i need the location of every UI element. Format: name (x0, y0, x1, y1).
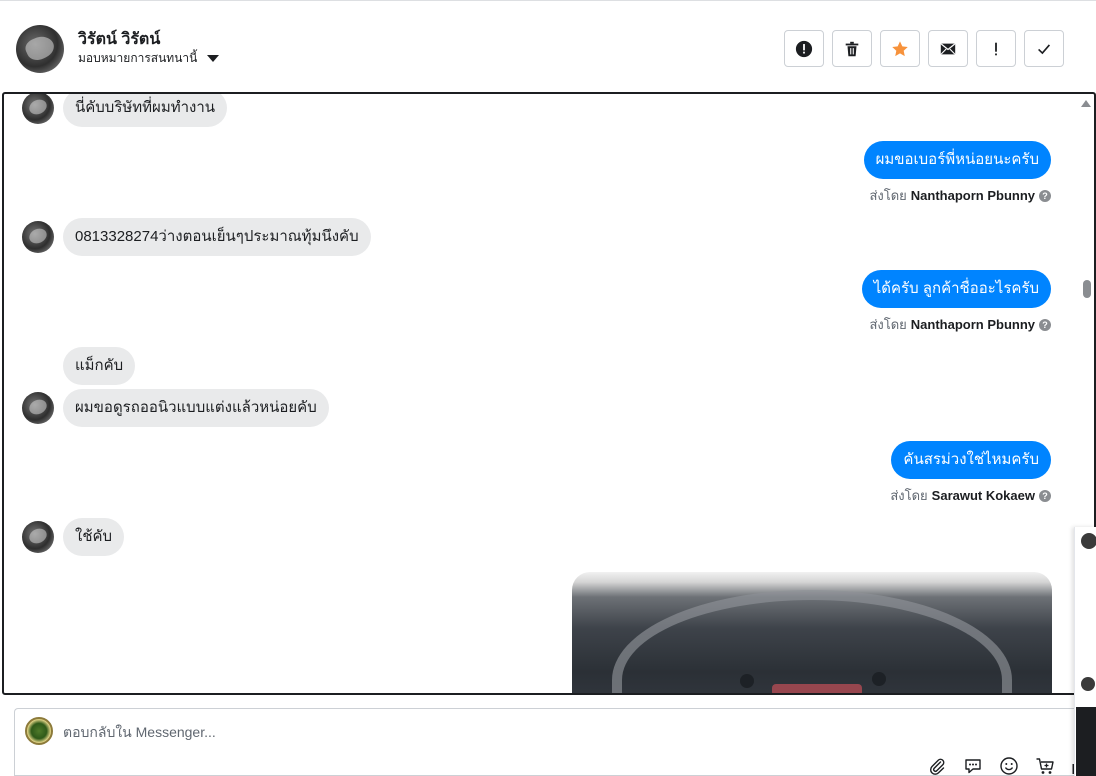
checkmark-icon (1038, 43, 1051, 54)
incoming-message: แม็กคับ (63, 347, 136, 385)
add-to-cart-button[interactable] (1034, 755, 1056, 776)
assign-conversation-label: มอบหมายการสนทนานี้ (78, 51, 198, 65)
conversation-pane[interactable]: นี่คับบริษัทที่ผมทำงาน ผมขอเบอร์พี่หน่อย… (2, 92, 1096, 695)
sent-by-agent-name[interactable]: Sarawut Kokaew (932, 488, 1035, 503)
star-button[interactable] (880, 30, 920, 67)
mark-done-button[interactable] (1024, 30, 1064, 67)
sender-avatar (22, 392, 54, 424)
scroll-up-arrow-icon[interactable] (1081, 100, 1091, 107)
outgoing-message-bubble[interactable]: คันสรม่วงใช่ไหมครับ (891, 441, 1051, 479)
question-mark-icon[interactable]: ? (1039, 318, 1051, 331)
avatar (1081, 677, 1095, 691)
reply-input[interactable] (63, 721, 863, 743)
sent-by-label: ส่งโดย Sarawut Kokaew ? (890, 485, 1051, 506)
question-mark-icon[interactable]: ? (1039, 489, 1051, 502)
photo-detail (740, 674, 754, 688)
exclamation-icon (995, 42, 997, 55)
incoming-message: นี่คับบริษัทที่ผมทำงาน (22, 94, 228, 127)
question-mark-icon[interactable]: ? (1039, 189, 1051, 202)
photo-detail (872, 672, 886, 686)
star-icon (892, 40, 908, 56)
message-bubble[interactable]: แม็กคับ (63, 347, 136, 385)
incoming-message: ใช้คับ (22, 518, 125, 556)
message-bubble[interactable]: 0813328274ว่างตอนเย็นๆประมาณทุ้มนึงคับ (63, 218, 371, 256)
page-avatar (25, 717, 53, 745)
conversation-toolbar (784, 30, 1064, 67)
mark-unread-button[interactable] (928, 30, 968, 67)
incoming-message: 0813328274ว่างตอนเย็นๆประมาณทุ้มนึงคับ (22, 218, 371, 256)
side-panel-dark-block (1076, 707, 1096, 776)
sent-by-prefix: ส่งโดย (869, 317, 907, 332)
scrollbar-thumb[interactable] (1083, 280, 1091, 298)
speech-bubble-icon (965, 759, 981, 774)
emoji-button[interactable] (998, 755, 1020, 776)
sent-by-prefix: ส่งโดย (890, 488, 928, 503)
sender-avatar (22, 521, 54, 553)
report-spam-button[interactable] (784, 30, 824, 67)
sent-by-agent-name[interactable]: Nanthaporn Pbunny (911, 317, 1035, 332)
sent-by-label: ส่งโดย Nanthaporn Pbunny ? (869, 185, 1051, 206)
saved-replies-button[interactable] (962, 755, 984, 776)
photo-detail (772, 684, 862, 693)
smiley-icon (1000, 757, 1018, 775)
outgoing-message-bubble[interactable]: ผมขอเบอร์พี่หน่อยนะครับ (863, 141, 1051, 179)
envelope-icon (940, 43, 956, 54)
side-panel-edge[interactable] (1074, 527, 1096, 776)
sender-avatar (22, 221, 54, 253)
outgoing-photo-attachment[interactable] (572, 572, 1052, 693)
outgoing-message-bubble[interactable]: ได้ครับ ลูกค้าชื่ออะไรครับ (861, 270, 1051, 308)
paperclip-icon (929, 758, 945, 775)
trash-icon (845, 41, 859, 56)
incoming-message: ผมขอดูรถออนิวแบบแต่งแล้วหน่อยคับ (22, 389, 329, 427)
caret-down-icon (207, 55, 220, 62)
attach-file-button[interactable] (926, 755, 948, 776)
assign-conversation-dropdown[interactable]: มอบหมายการสนทนานี้ (78, 49, 220, 68)
contact-avatar[interactable] (16, 25, 64, 73)
composer-tools (926, 755, 1092, 776)
sender-avatar (22, 94, 54, 124)
message-bubble[interactable]: ใช้คับ (63, 518, 125, 556)
sent-by-prefix: ส่งโดย (869, 188, 907, 203)
reply-composer (14, 708, 1096, 776)
message-bubble[interactable]: นี่คับบริษัทที่ผมทำงาน (63, 94, 228, 127)
exclamation-circle-icon (795, 40, 813, 57)
delete-button[interactable] (832, 30, 872, 67)
follow-up-button[interactable] (976, 30, 1016, 67)
sent-by-label: ส่งโดย Nanthaporn Pbunny ? (869, 314, 1051, 335)
avatar (1081, 533, 1096, 549)
photo-content (612, 590, 1012, 693)
conversation-header: วิรัตน์ วิรัตน์ มอบหมายการสนทนานี้ (0, 0, 1096, 92)
cart-plus-icon (1036, 758, 1054, 774)
message-bubble[interactable]: ผมขอดูรถออนิวแบบแต่งแล้วหน่อยคับ (63, 389, 329, 427)
sent-by-agent-name[interactable]: Nanthaporn Pbunny (911, 188, 1035, 203)
